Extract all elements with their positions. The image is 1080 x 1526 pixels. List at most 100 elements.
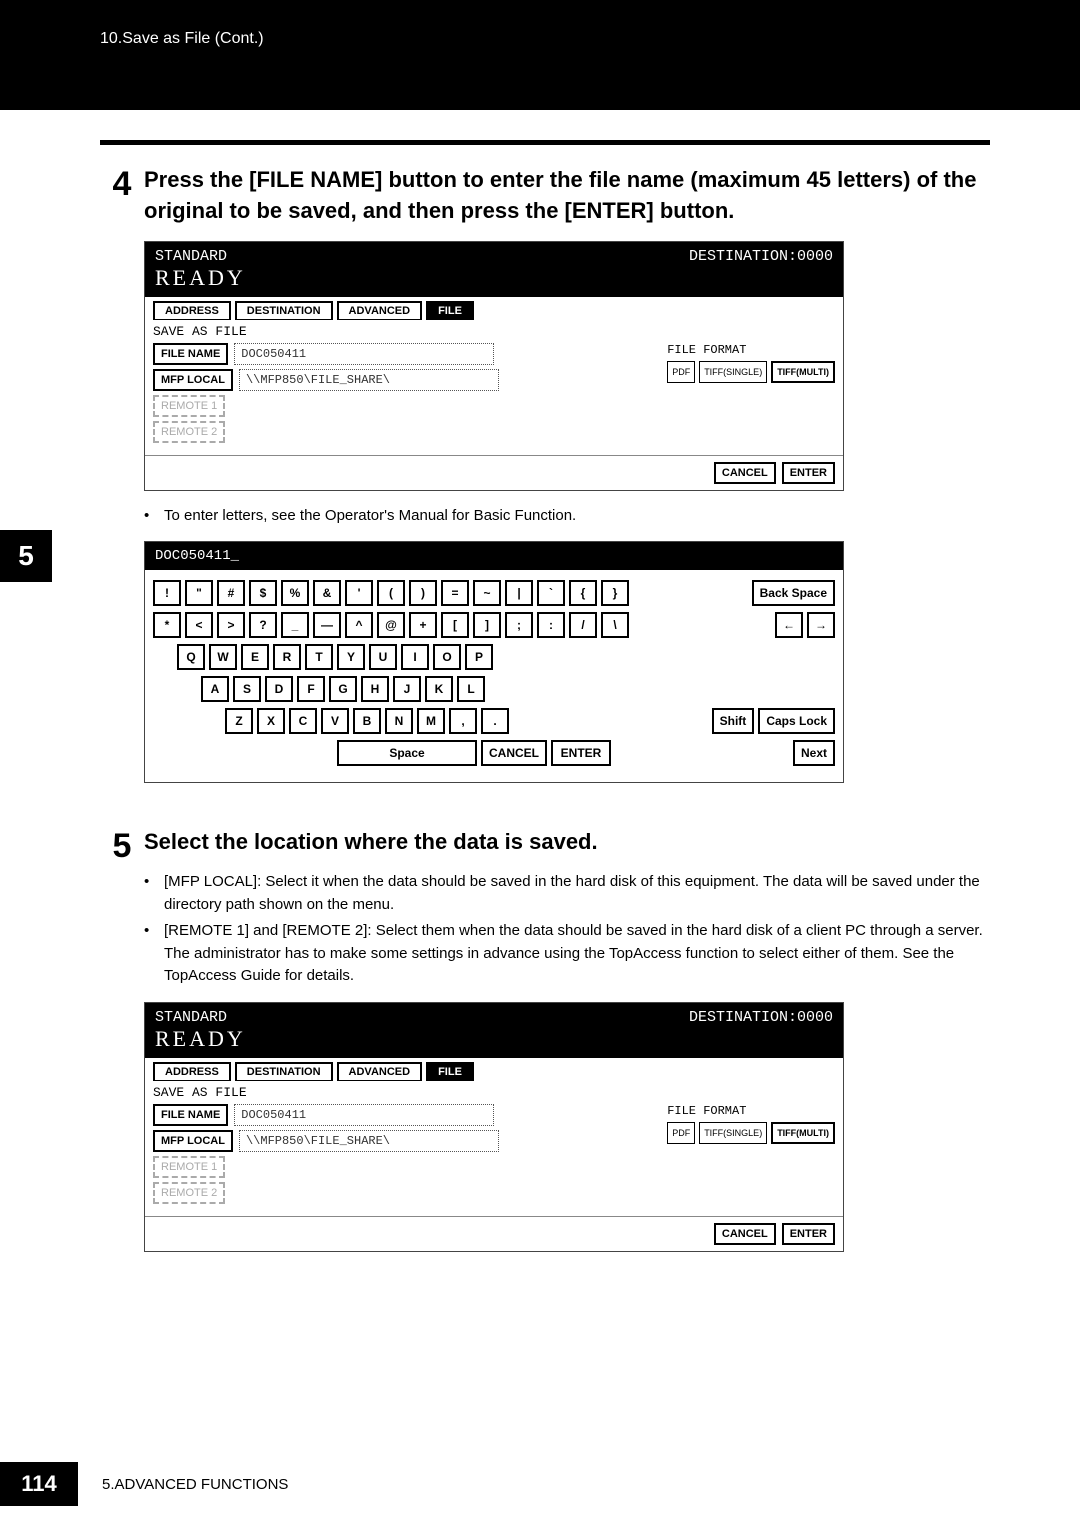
key[interactable]: > (217, 612, 245, 638)
tab-address[interactable]: ADDRESS (153, 301, 231, 320)
key[interactable]: ' (345, 580, 373, 606)
chapter-sidetab: 5 (0, 530, 52, 582)
key[interactable]: . (481, 708, 509, 734)
format-tiff-multi[interactable]: TIFF(MULTI) (771, 361, 835, 383)
remote-2-button[interactable]: REMOTE 2 (153, 421, 225, 443)
key[interactable]: ; (505, 612, 533, 638)
key[interactable]: } (601, 580, 629, 606)
key[interactable]: < (185, 612, 213, 638)
remote-1-button[interactable]: REMOTE 1 (153, 395, 225, 417)
header-breadcrumb: 10.Save as File (Cont.) (0, 0, 1080, 110)
tab-file-2[interactable]: FILE (426, 1062, 474, 1081)
key[interactable]: L (457, 676, 485, 702)
key[interactable]: U (369, 644, 397, 670)
key[interactable]: Q (177, 644, 205, 670)
file-name-button-2[interactable]: FILE NAME (153, 1104, 228, 1126)
key[interactable]: ` (537, 580, 565, 606)
key[interactable]: F (297, 676, 325, 702)
key[interactable]: $ (249, 580, 277, 606)
key[interactable]: ? (249, 612, 277, 638)
format-tiff-single-2[interactable]: TIFF(SINGLE) (699, 1122, 767, 1144)
mfp-local-button[interactable]: MFP LOCAL (153, 369, 233, 391)
tab-advanced-2[interactable]: ADVANCED (337, 1062, 423, 1081)
key[interactable]: T (305, 644, 333, 670)
file-name-button[interactable]: FILE NAME (153, 343, 228, 365)
key[interactable]: { (569, 580, 597, 606)
key[interactable]: O (433, 644, 461, 670)
key[interactable]: ] (473, 612, 501, 638)
next-key[interactable]: Next (793, 740, 835, 766)
key[interactable]: I (401, 644, 429, 670)
key[interactable]: ! (153, 580, 181, 606)
tab-file[interactable]: FILE (426, 301, 474, 320)
key[interactable]: H (361, 676, 389, 702)
file-name-value: DOC050411 (234, 343, 494, 365)
mfp-local-button-2[interactable]: MFP LOCAL (153, 1130, 233, 1152)
key[interactable]: K (425, 676, 453, 702)
cancel-button[interactable]: CANCEL (714, 462, 776, 484)
format-tiff-single[interactable]: TIFF(SINGLE) (699, 361, 767, 383)
tab-destination-2[interactable]: DESTINATION (235, 1062, 333, 1081)
key[interactable]: [ (441, 612, 469, 638)
key[interactable]: D (265, 676, 293, 702)
key[interactable]: ( (377, 580, 405, 606)
remote-2-button-2[interactable]: REMOTE 2 (153, 1182, 225, 1204)
format-pdf-2[interactable]: PDF (667, 1122, 695, 1144)
key[interactable]: & (313, 580, 341, 606)
step-5-title: Select the location where the data is sa… (144, 827, 598, 858)
key[interactable]: R (273, 644, 301, 670)
key[interactable]: N (385, 708, 413, 734)
tab-address-2[interactable]: ADDRESS (153, 1062, 231, 1081)
kb-cancel-button[interactable]: CANCEL (481, 740, 547, 766)
format-pdf[interactable]: PDF (667, 361, 695, 383)
mfp-destination-counter: DESTINATION:0000 (689, 248, 833, 291)
key[interactable]: ~ (473, 580, 501, 606)
key[interactable]: / (569, 612, 597, 638)
key[interactable]: S (233, 676, 261, 702)
right-arrow-key[interactable]: → (807, 612, 835, 638)
key[interactable]: W (209, 644, 237, 670)
key[interactable]: # (217, 580, 245, 606)
cancel-button-2[interactable]: CANCEL (714, 1223, 776, 1245)
shift-key[interactable]: Shift (712, 708, 755, 734)
tab-advanced[interactable]: ADVANCED (337, 301, 423, 320)
key[interactable]: : (537, 612, 565, 638)
capslock-key[interactable]: Caps Lock (758, 708, 835, 734)
key[interactable]: V (321, 708, 349, 734)
key[interactable]: E (241, 644, 269, 670)
key[interactable]: ) (409, 580, 437, 606)
tab-destination[interactable]: DESTINATION (235, 301, 333, 320)
key[interactable]: C (289, 708, 317, 734)
key[interactable]: P (465, 644, 493, 670)
key[interactable]: \ (601, 612, 629, 638)
key[interactable]: X (257, 708, 285, 734)
key[interactable]: Z (225, 708, 253, 734)
key[interactable]: " (185, 580, 213, 606)
enter-button[interactable]: ENTER (782, 462, 835, 484)
key[interactable]: + (409, 612, 437, 638)
key[interactable]: Y (337, 644, 365, 670)
left-arrow-key[interactable]: ← (775, 612, 803, 638)
space-key[interactable]: Space (337, 740, 477, 766)
kb-row-3: Q W E R T Y U I O P (153, 644, 835, 670)
key[interactable]: , (449, 708, 477, 734)
key[interactable]: * (153, 612, 181, 638)
key[interactable]: — (313, 612, 341, 638)
key[interactable]: = (441, 580, 469, 606)
key[interactable]: B (353, 708, 381, 734)
key[interactable]: _ (281, 612, 309, 638)
key[interactable]: A (201, 676, 229, 702)
key[interactable]: | (505, 580, 533, 606)
key[interactable]: % (281, 580, 309, 606)
format-tiff-multi-2[interactable]: TIFF(MULTI) (771, 1122, 835, 1144)
key[interactable]: G (329, 676, 357, 702)
backspace-key[interactable]: Back Space (752, 580, 835, 606)
key[interactable]: @ (377, 612, 405, 638)
step-4-number: 4 (100, 165, 144, 201)
key[interactable]: J (393, 676, 421, 702)
key[interactable]: ^ (345, 612, 373, 638)
key[interactable]: M (417, 708, 445, 734)
enter-button-2[interactable]: ENTER (782, 1223, 835, 1245)
kb-enter-button[interactable]: ENTER (551, 740, 611, 766)
remote-1-button-2[interactable]: REMOTE 1 (153, 1156, 225, 1178)
